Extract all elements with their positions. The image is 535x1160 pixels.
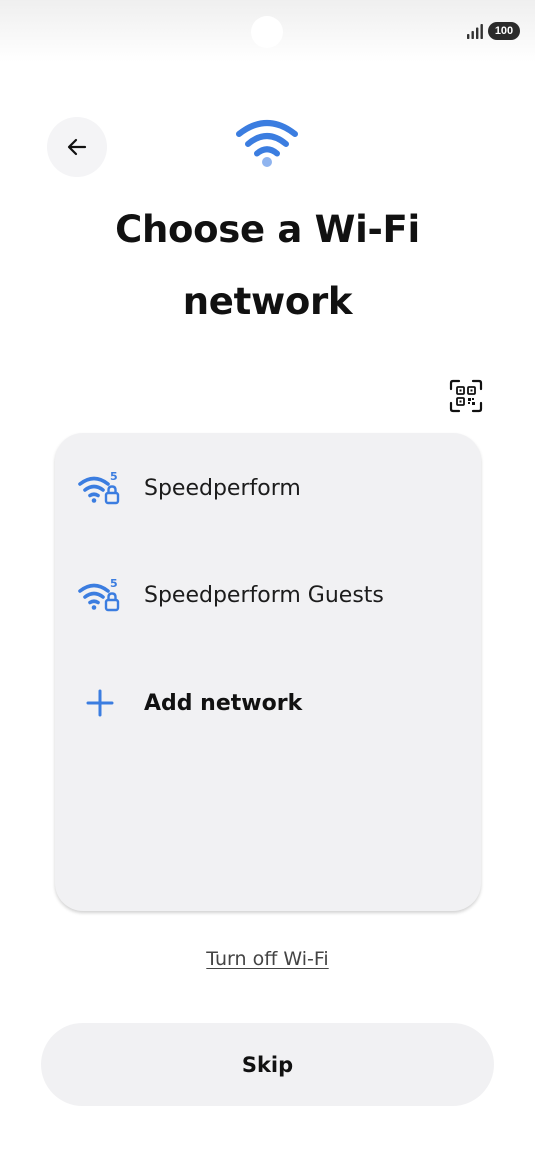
page-title: Choose a Wi-Fi network — [40, 194, 495, 338]
qr-scan-button[interactable] — [446, 376, 486, 416]
network-list-card: 5 Speedperform 5 Speedperform Guests Add… — [55, 433, 481, 911]
wifi-5ghz-lock-icon: 5 — [78, 470, 120, 505]
wifi-icon — [236, 120, 298, 167]
turn-off-wifi-link[interactable]: Turn off Wi-Fi — [0, 948, 535, 970]
band-label: 5 — [110, 470, 118, 483]
status-bar: 100 — [0, 0, 535, 62]
page-title-line-2: network — [182, 280, 353, 323]
add-network-button[interactable]: Add network — [55, 667, 481, 739]
network-name: Speedperform Guests — [144, 582, 384, 608]
wifi-5ghz-lock-icon: 5 — [78, 577, 120, 612]
band-label: 5 — [110, 577, 118, 590]
network-item-speedperform[interactable]: 5 Speedperform — [55, 452, 481, 524]
skip-button[interactable]: Skip — [41, 1023, 494, 1106]
camera-cutout — [251, 16, 283, 48]
arrow-left-icon — [67, 138, 87, 156]
back-button[interactable] — [47, 117, 107, 177]
signal-icon — [467, 24, 483, 39]
plus-icon — [86, 689, 114, 717]
qr-code-scan-icon — [449, 379, 483, 413]
network-name: Speedperform — [144, 475, 301, 501]
battery-icon: 100 — [488, 22, 520, 40]
page-title-line-1: Choose a Wi-Fi — [115, 208, 420, 251]
network-item-speedperform-guests[interactable]: 5 Speedperform Guests — [55, 559, 481, 631]
add-network-label: Add network — [144, 690, 303, 716]
